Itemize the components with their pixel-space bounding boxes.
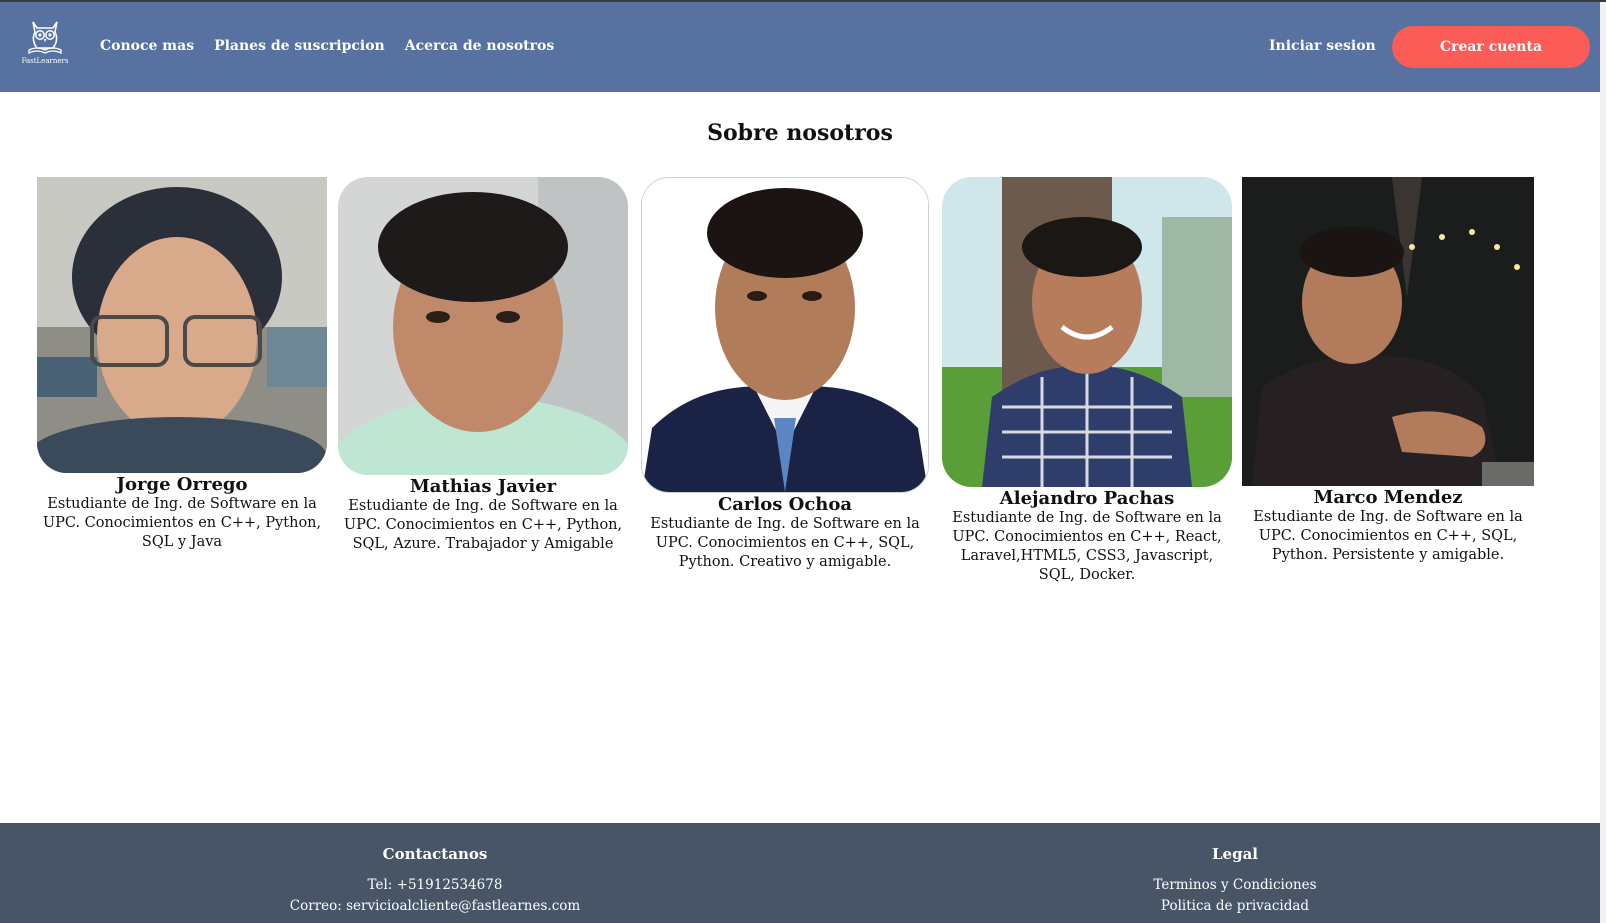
navbar: FastLearners Conoce mas Planes de suscri… [0, 2, 1600, 92]
member-description: Estudiante de Ing. de Software en la UPC… [42, 496, 322, 550]
login-link[interactable]: Iniciar sesion [1269, 38, 1376, 54]
member-photo [942, 177, 1232, 487]
page-title: Sobre nosotros [707, 120, 893, 146]
member-photo [641, 177, 929, 493]
footer: Contactanos Tel: +51912534678 Correo: se… [0, 823, 1600, 923]
nav-planes[interactable]: Planes de suscripcion [214, 38, 385, 54]
member-photo [37, 177, 327, 473]
member-photo [1242, 177, 1534, 486]
terms-link[interactable]: Terminos y Condiciones [1055, 875, 1415, 896]
team-member-card: Marco Mendez Estudiante de Ing. de Softw… [1238, 177, 1538, 565]
member-description: Estudiante de Ing. de Software en la UPC… [1253, 509, 1523, 563]
team-member-card: Carlos Ochoa Estudiante de Ing. de Softw… [635, 177, 935, 572]
member-name: Alejandro Pachas [999, 488, 1175, 509]
privacy-link[interactable]: Politica de privacidad [1055, 896, 1415, 917]
member-photo [338, 177, 628, 475]
brand-name: FastLearners [21, 57, 69, 65]
footer-contact: Contactanos Tel: +51912534678 Correo: se… [255, 845, 615, 917]
footer-contact-heading: Contactanos [382, 845, 488, 863]
member-description: Estudiante de Ing. de Software en la UPC… [952, 510, 1222, 583]
scrollbar[interactable] [1600, 2, 1606, 923]
nav-acerca[interactable]: Acerca de nosotros [405, 38, 555, 54]
nav-conoce-mas[interactable]: Conoce mas [100, 38, 194, 54]
footer-legal: Legal Terminos y Condiciones Politica de… [1055, 845, 1415, 917]
team-member-card: Alejandro Pachas Estudiante de Ing. de S… [937, 177, 1237, 585]
brand-logo[interactable]: FastLearners [18, 16, 72, 76]
team-member-card: Mathias Javier Estudiante de Ing. de Sof… [333, 177, 633, 554]
member-name: Jorge Orrego [116, 474, 248, 495]
owl-icon [28, 21, 62, 55]
member-name: Carlos Ochoa [717, 494, 853, 515]
member-name: Mathias Javier [409, 476, 557, 497]
signup-button[interactable]: Crear cuenta [1392, 26, 1590, 68]
member-name: Marco Mendez [1313, 487, 1463, 508]
member-description: Estudiante de Ing. de Software en la UPC… [343, 498, 623, 552]
footer-phone: Tel: +51912534678 [367, 877, 503, 893]
footer-email: Correo: servicioalcliente@fastlearnes.co… [289, 898, 581, 914]
footer-legal-heading: Legal [1212, 845, 1258, 863]
member-description: Estudiante de Ing. de Software en la UPC… [650, 516, 920, 570]
main-nav: Conoce mas Planes de suscripcion Acerca … [100, 38, 554, 54]
team-member-card: Jorge Orrego Estudiante de Ing. de Softw… [32, 177, 332, 552]
team-section: Jorge Orrego Estudiante de Ing. de Softw… [32, 177, 1578, 627]
